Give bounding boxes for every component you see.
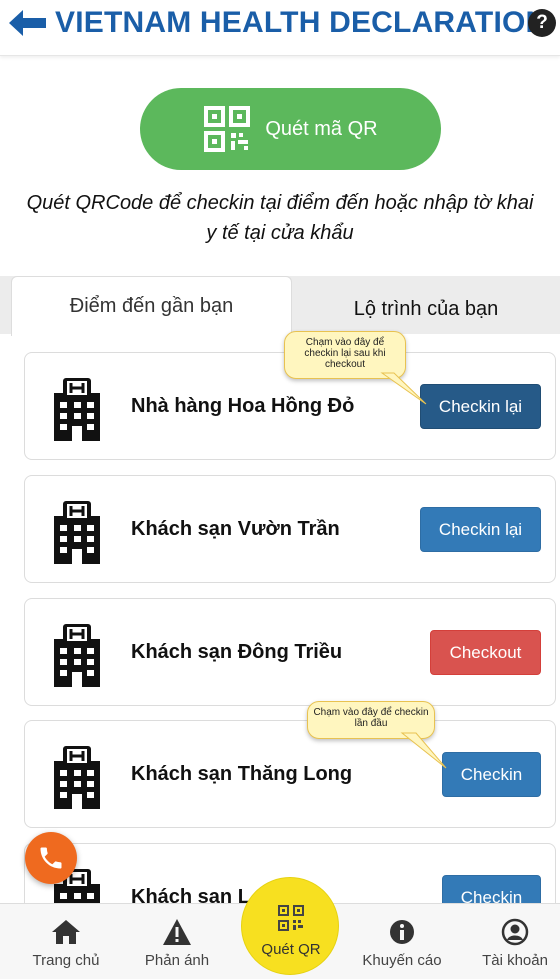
nav-home[interactable]: Trang chủ (16, 904, 116, 979)
hotel-building-icon (54, 746, 100, 809)
place-name: Nhà hàng Hoa Hồng Đỏ (131, 395, 355, 417)
recheckin-tooltip-text: Chạm vào đây để checkin lại sau khi chec… (304, 337, 386, 370)
checkout-button[interactable]: Checkout (430, 630, 541, 675)
nav-feedback[interactable]: Phản ánh (127, 904, 227, 979)
arrow-left-icon[interactable] (6, 8, 50, 38)
nav-home-label: Trang chủ (32, 952, 100, 969)
nav-account-label: Tài khoản (482, 952, 548, 969)
tab-bar: Điểm đến gần bạn Lộ trình của bạn (0, 276, 560, 336)
place-card: Khách sạn Vườn Trần Checkin lại (24, 475, 556, 583)
info-circle-icon (390, 920, 414, 944)
recheckin-button[interactable]: Checkin lại (420, 384, 541, 429)
intro-text: Quét QRCode để checkin tại điểm đến hoặc… (26, 192, 534, 244)
user-circle-icon (501, 918, 529, 946)
place-card: Khách sạn Đông Triều Checkout (24, 598, 556, 706)
place-name: Khách sạn Thăng Long (131, 763, 353, 785)
nav-advisory-label: Khuyến cáo (362, 952, 442, 969)
tooltip-pointer (400, 732, 447, 769)
nav-scan-qr[interactable]: Quét QR (241, 877, 339, 975)
app-header: VIETNAM HEALTH DECLARATION ? (0, 0, 560, 56)
recheckin-button[interactable]: Checkin lại (420, 507, 541, 552)
question-circle-icon[interactable]: ? (528, 9, 556, 37)
call-hotline-button[interactable] (25, 832, 77, 884)
hotel-building-icon (54, 378, 100, 441)
qrcode-icon (204, 106, 251, 152)
nav-feedback-label: Phản ánh (144, 952, 210, 969)
tooltip-pointer (380, 372, 427, 405)
nav-advisory[interactable]: Khuyến cáo (352, 904, 452, 979)
tab-nearby-places[interactable]: Điểm đến gần bạn (11, 276, 292, 336)
qrcode-icon (278, 905, 304, 931)
place-name: Khách sạn Vườn Trần (131, 518, 340, 540)
checkin-button[interactable]: Checkin (442, 752, 541, 797)
warning-icon (163, 919, 191, 945)
place-card: Khách sạn Thăng Long Checkin (24, 720, 556, 828)
first-checkin-tooltip-text: Chạm vào đây để checkin lần đầu (313, 707, 429, 729)
tab-your-route[interactable]: Lộ trình của bạn (292, 276, 560, 334)
page-title: VIETNAM HEALTH DECLARATION (55, 6, 548, 39)
hotel-building-icon (54, 624, 100, 687)
nav-scan-qr-label: Quét QR (261, 941, 321, 958)
place-name: Khách sạn Đông Triều (131, 641, 343, 663)
hotel-building-icon (54, 501, 100, 564)
home-icon (52, 920, 80, 944)
scan-qr-label: Quét mã QR (265, 117, 378, 140)
phone-icon (40, 847, 62, 869)
scan-qr-button[interactable]: Quét mã QR (140, 88, 441, 170)
nav-account[interactable]: Tài khoản (465, 904, 560, 979)
